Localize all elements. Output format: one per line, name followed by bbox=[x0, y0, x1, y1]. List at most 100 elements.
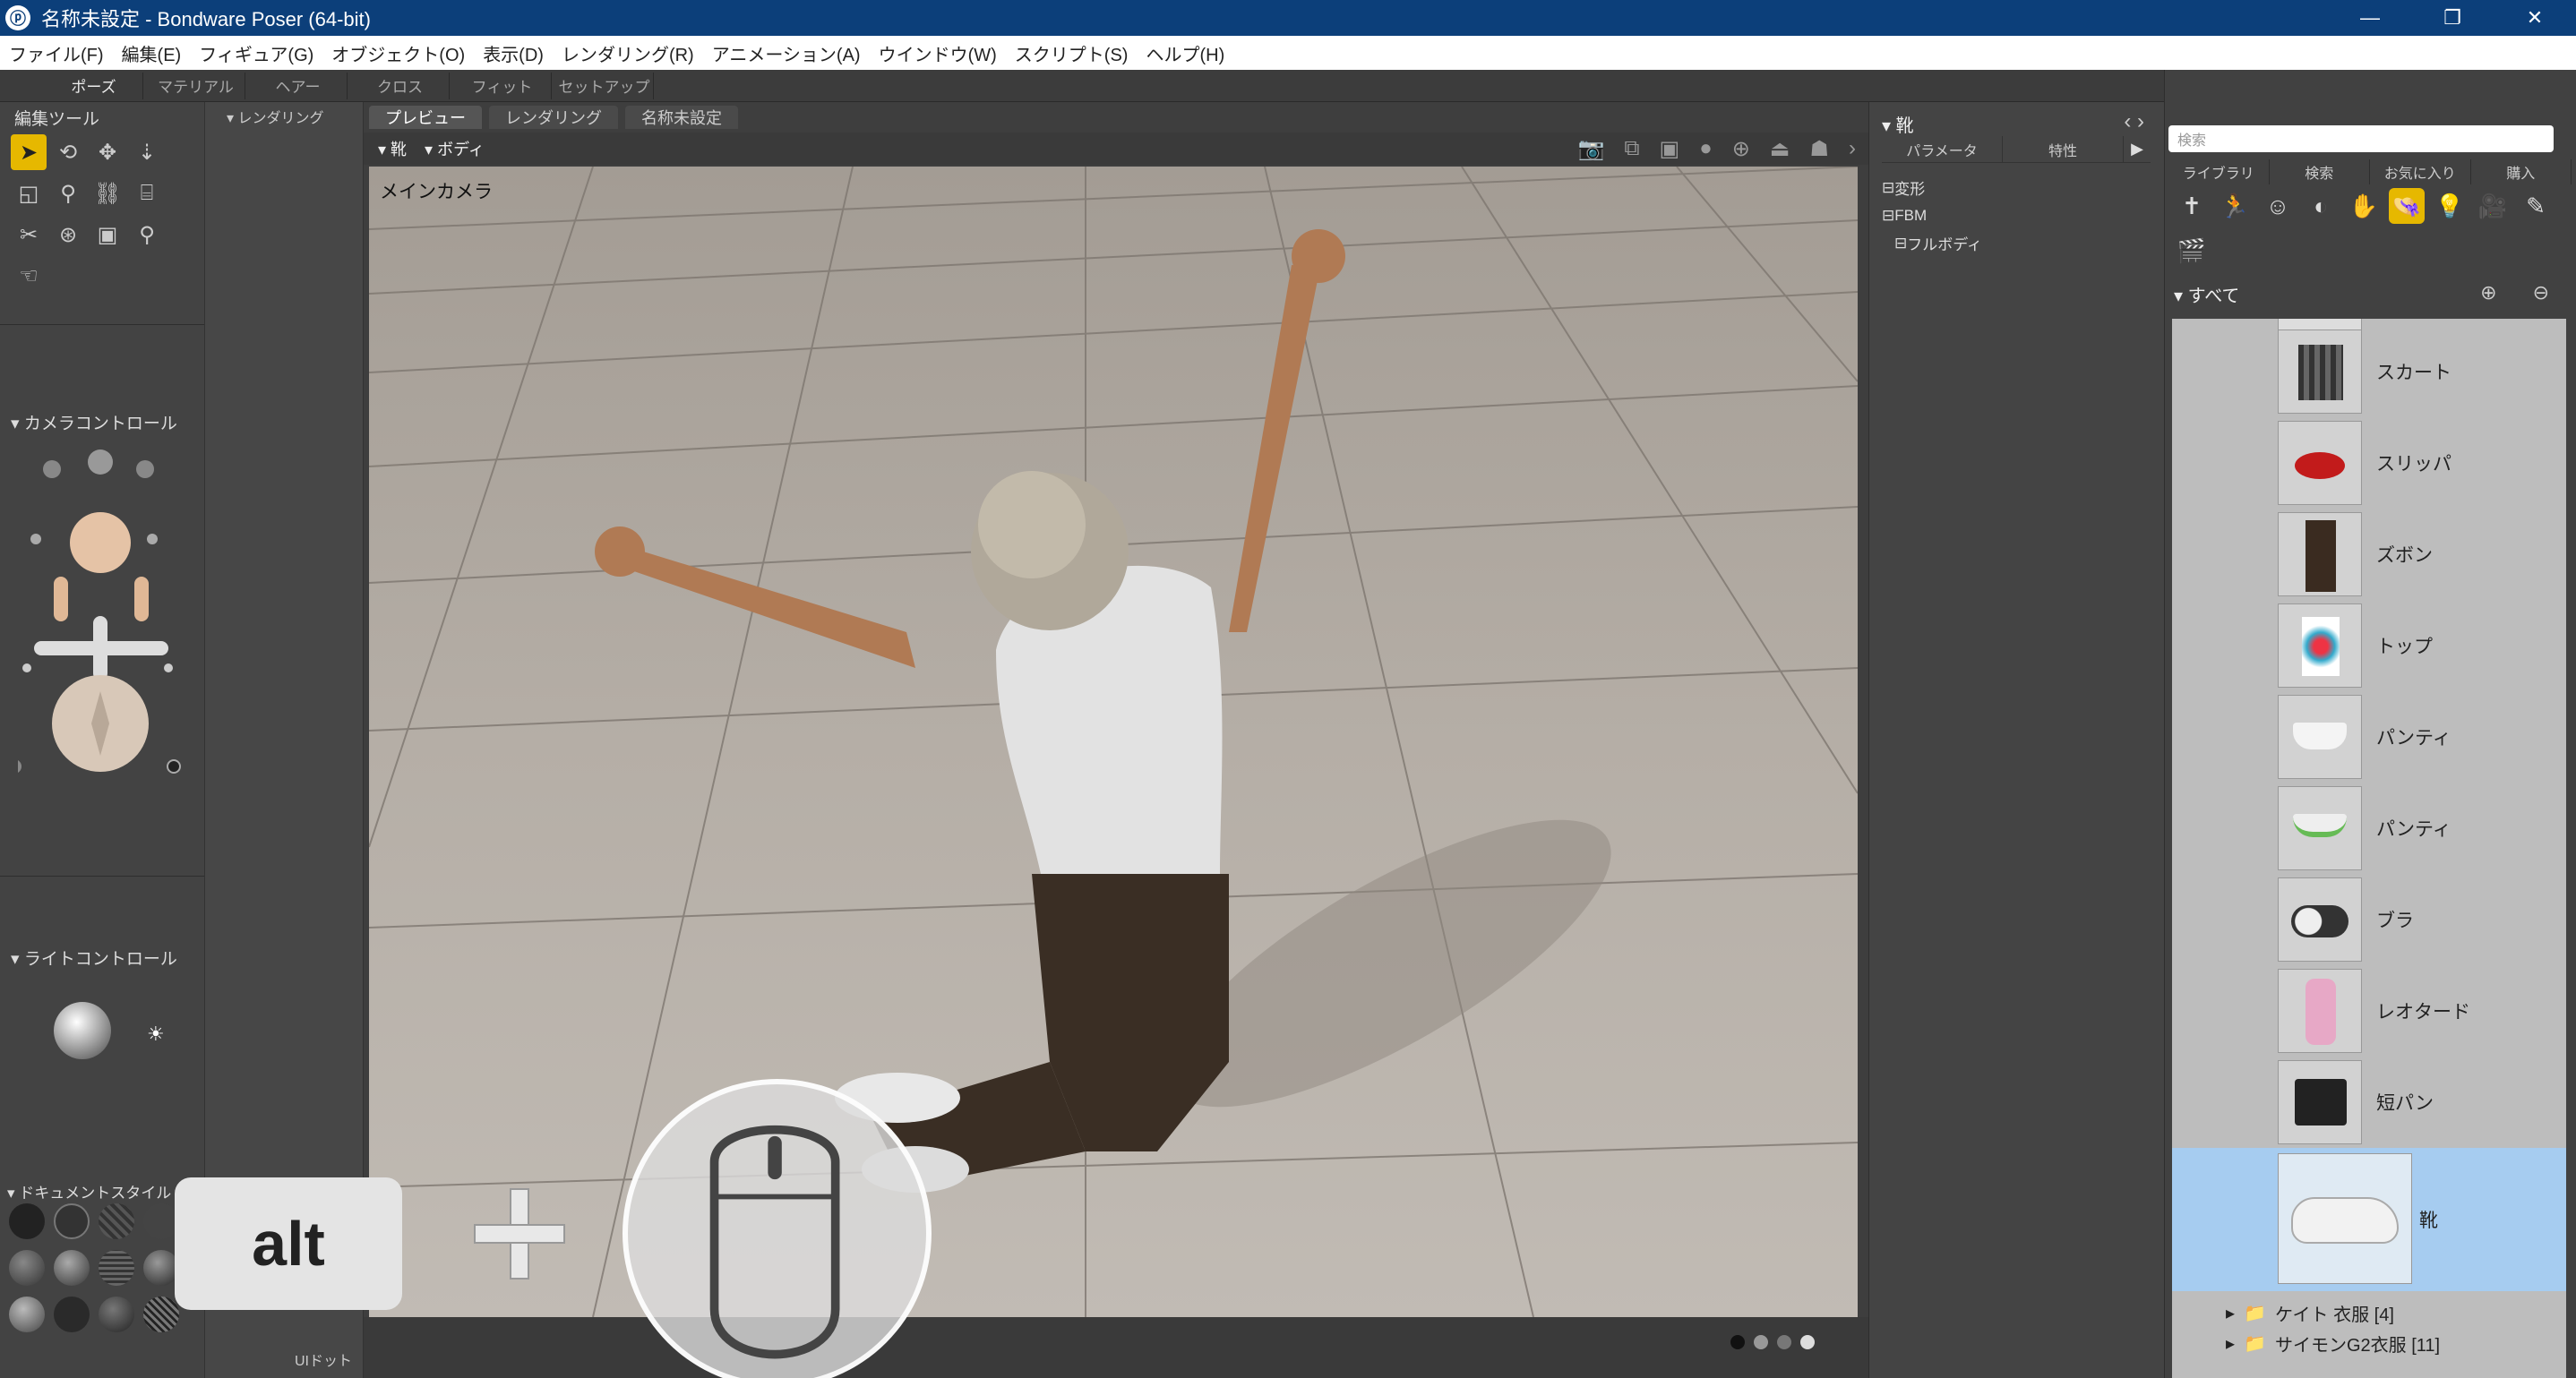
props-icon[interactable]: 👒 bbox=[2389, 188, 2425, 224]
style-lit-wireframe[interactable] bbox=[9, 1250, 45, 1286]
tab-preview[interactable]: プレビュー bbox=[369, 106, 482, 129]
add-to-scene-icon[interactable]: ⊕ bbox=[2480, 281, 2496, 304]
tab-library[interactable]: ライブラリ bbox=[2168, 159, 2270, 184]
style-cartoon[interactable] bbox=[143, 1250, 179, 1286]
taper-icon[interactable]: ⚲ bbox=[50, 175, 86, 211]
list-item[interactable]: ズボン bbox=[2172, 509, 2566, 600]
camera-frame-icon[interactable]: ▣ bbox=[1660, 136, 1680, 162]
select-arrow-icon[interactable]: ➤ bbox=[11, 134, 47, 170]
style-texture-shaded[interactable] bbox=[99, 1297, 134, 1332]
nav-back-icon[interactable]: ‹ › bbox=[2124, 109, 2144, 134]
menu-figure[interactable]: フィギュア(G) bbox=[190, 40, 322, 66]
target-icon[interactable]: ⊕ bbox=[1732, 136, 1750, 162]
tree-item-morph[interactable]: ⊟ 変形 bbox=[1882, 174, 1982, 201]
menu-animation[interactable]: アニメーション(A) bbox=[703, 40, 870, 66]
menu-scripts[interactable]: スクリプト(S) bbox=[1006, 40, 1138, 66]
materials-icon[interactable]: ✎ bbox=[2518, 188, 2554, 224]
style-hidden-line[interactable] bbox=[143, 1203, 179, 1239]
tree-item-fbm[interactable]: ⊟ FBM bbox=[1882, 201, 1982, 229]
tab-render[interactable]: レンダリング bbox=[489, 106, 618, 129]
poses-icon[interactable]: 🏃 bbox=[2217, 188, 2253, 224]
menu-object[interactable]: オブジェクト(O) bbox=[322, 40, 474, 66]
folder-simon-clothes[interactable]: ▸ 📁 サイモンG2衣服 [11] bbox=[2226, 1331, 2440, 1357]
list-item[interactable]: レオタード bbox=[2172, 965, 2566, 1057]
tab-material[interactable]: マテリアル bbox=[147, 72, 245, 99]
3d-viewport[interactable]: メインカメラ bbox=[369, 167, 1858, 1317]
style-wireframe[interactable] bbox=[99, 1203, 134, 1239]
list-item-selected[interactable]: 靴 bbox=[2172, 1148, 2566, 1291]
light-icon[interactable]: 💡 bbox=[2432, 188, 2468, 224]
minimize-button[interactable]: — bbox=[2329, 0, 2411, 36]
list-item[interactable]: スリッパ bbox=[2172, 417, 2566, 509]
camera-plus-icon[interactable]: ⧉ bbox=[1624, 136, 1639, 162]
menu-display[interactable]: 表示(D) bbox=[474, 40, 553, 66]
menu-render[interactable]: レンダリング(R) bbox=[553, 40, 703, 66]
view-magnifier-icon[interactable]: ⊛ bbox=[50, 217, 86, 252]
expressions-icon[interactable]: ☺ bbox=[2260, 188, 2296, 224]
floor-icon[interactable]: ⏏ bbox=[1770, 136, 1790, 162]
style-smooth-shaded[interactable] bbox=[9, 1297, 45, 1332]
rotate-icon[interactable]: ⟲ bbox=[50, 134, 86, 170]
camera-icon[interactable]: 🎥 bbox=[2475, 188, 2511, 224]
menu-file[interactable]: ファイル(F) bbox=[0, 40, 113, 66]
ui-dots-label[interactable]: UIドット bbox=[295, 1348, 352, 1370]
style-flat-shaded[interactable] bbox=[54, 1250, 90, 1286]
tab-properties[interactable]: 特性 bbox=[2003, 136, 2124, 162]
hands-icon[interactable]: ✋ bbox=[2346, 188, 2382, 224]
category-header[interactable]: ▾ すべて bbox=[2174, 281, 2239, 307]
tab-untitled[interactable]: 名称未設定 bbox=[625, 106, 738, 129]
scale-icon[interactable]: ◱ bbox=[11, 175, 47, 211]
search-input[interactable]: 検索 bbox=[2168, 125, 2554, 152]
chevron-right-icon[interactable]: › bbox=[1849, 136, 1856, 162]
color-icon[interactable]: ⌸ bbox=[129, 175, 165, 211]
tab-purchase[interactable]: 購入 bbox=[2471, 159, 2572, 184]
list-item[interactable]: パンティ bbox=[2172, 783, 2566, 874]
tab-pose[interactable]: ポーズ bbox=[45, 72, 143, 99]
light-sphere[interactable] bbox=[54, 1002, 111, 1059]
list-item[interactable]: トップ bbox=[2172, 600, 2566, 691]
light-control-widget[interactable] bbox=[54, 1002, 111, 1059]
dot-dark[interactable] bbox=[1730, 1335, 1745, 1349]
tab-cloth[interactable]: クロス bbox=[351, 72, 450, 99]
tab-favorites[interactable]: お気に入り bbox=[2370, 159, 2471, 184]
dot-light[interactable] bbox=[1800, 1335, 1815, 1349]
dot-gray[interactable] bbox=[1777, 1335, 1791, 1349]
style-silhouette[interactable] bbox=[9, 1203, 45, 1239]
list-item[interactable]: パンティ bbox=[2172, 691, 2566, 783]
translate-icon[interactable]: ✥ bbox=[90, 134, 125, 170]
chain-break-icon[interactable]: ⛓ bbox=[90, 175, 125, 211]
style-flat-lined[interactable] bbox=[99, 1250, 134, 1286]
style-outline[interactable] bbox=[54, 1203, 90, 1239]
menu-edit[interactable]: 編集(E) bbox=[113, 40, 191, 66]
tab-parameters[interactable]: パラメータ bbox=[1882, 136, 2003, 162]
zoom-icon[interactable]: ⚲ bbox=[129, 217, 165, 252]
dot-mid[interactable] bbox=[1754, 1335, 1768, 1349]
grouping-icon[interactable]: ✂ bbox=[11, 217, 47, 252]
list-item[interactable]: スカート bbox=[2172, 326, 2566, 417]
tab-fit[interactable]: フィット bbox=[453, 72, 552, 99]
maximize-button[interactable]: ❐ bbox=[2411, 0, 2494, 36]
people-icon[interactable]: ☗ bbox=[1809, 136, 1829, 162]
list-item[interactable]: 短パン bbox=[2172, 1057, 2566, 1148]
play-arrow-icon[interactable]: ▶ bbox=[2124, 136, 2151, 162]
tab-setup[interactable]: セットアップ bbox=[555, 72, 654, 99]
body-part-select[interactable]: ▾ ボディ bbox=[425, 137, 485, 160]
hair-icon[interactable]: ◐ bbox=[2303, 188, 2339, 224]
close-button[interactable]: ✕ bbox=[2494, 0, 2576, 36]
scenes-icon[interactable]: 🎬 bbox=[2174, 233, 2210, 269]
tab-hair[interactable]: ヘアー bbox=[249, 72, 348, 99]
tree-item-fullbody[interactable]: ⊟ フルボディ bbox=[1882, 229, 1982, 257]
sun-light-icon[interactable]: ☀ bbox=[147, 1023, 165, 1046]
tab-search[interactable]: 検索 bbox=[2270, 159, 2370, 184]
figures-icon[interactable]: ✝ bbox=[2174, 188, 2210, 224]
menu-window[interactable]: ウインドウ(W) bbox=[870, 40, 1006, 66]
style-smooth-lined[interactable] bbox=[54, 1297, 90, 1332]
direct-manipulation-icon[interactable]: ☜ bbox=[11, 258, 47, 294]
list-item[interactable]: ブラ bbox=[2172, 874, 2566, 965]
morph-brush-icon[interactable]: ▣ bbox=[90, 217, 125, 252]
camera-icon[interactable]: 📷 bbox=[1577, 136, 1604, 162]
figure-select[interactable]: ▾ 靴 bbox=[378, 137, 407, 160]
style-sketch[interactable] bbox=[143, 1297, 179, 1332]
camera-control-widget[interactable] bbox=[18, 442, 188, 783]
folder-kate-clothes[interactable]: ▸ 📁 ケイト 衣服 [4] bbox=[2226, 1300, 2394, 1326]
